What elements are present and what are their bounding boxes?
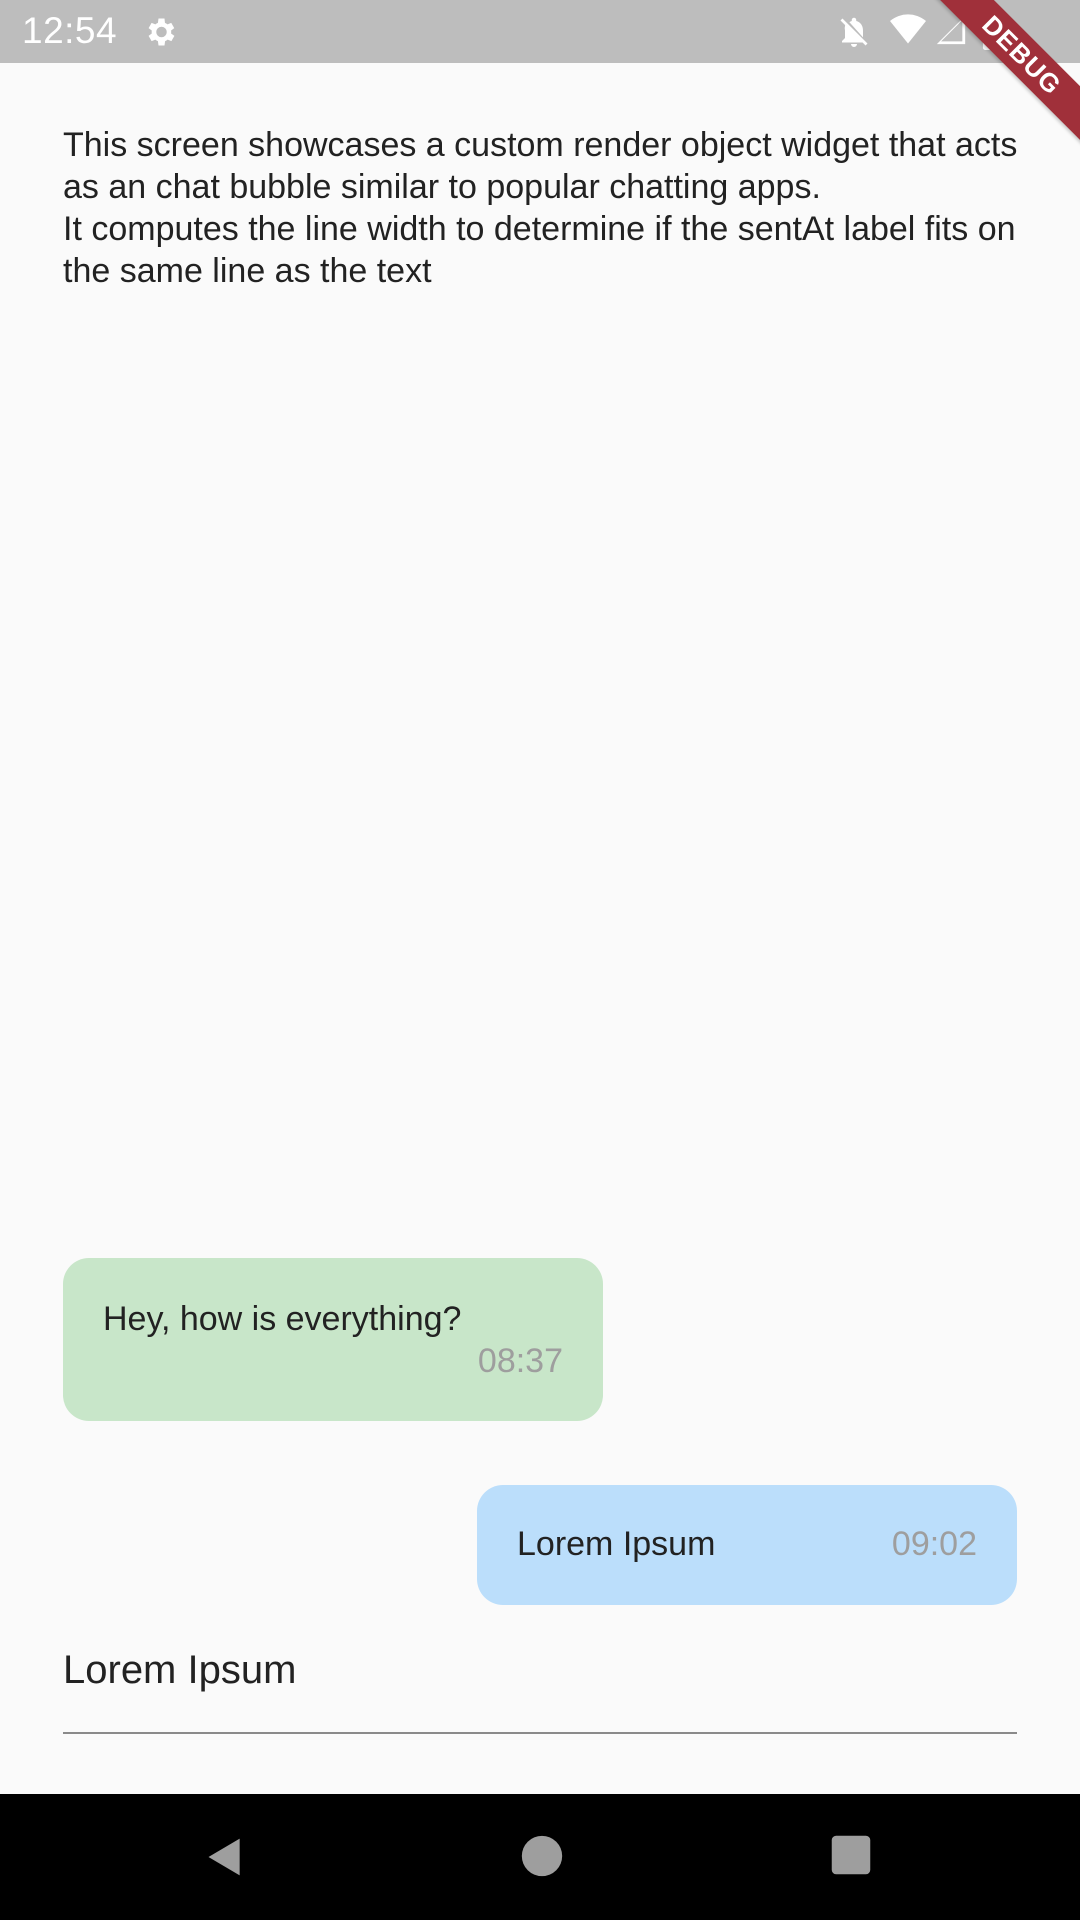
wifi-icon [890, 14, 926, 44]
message-time: 08:37 [477, 1342, 563, 1380]
navigation-bar [0, 1794, 1080, 1920]
description-text: This screen showcases a custom render ob… [63, 126, 1018, 290]
recents-icon[interactable] [830, 1834, 872, 1876]
back-icon[interactable] [203, 1834, 247, 1880]
chat-bubble-outgoing: Lorem Ipsum 09:02 [477, 1485, 1017, 1605]
gear-icon [148, 18, 175, 46]
message-time: 09:02 [891, 1525, 977, 1563]
message-text: Lorem Ipsum [517, 1525, 716, 1563]
chat-bubble-incoming: Hey, how is everything? 08:37 [63, 1258, 603, 1421]
message-input-container [63, 1640, 1017, 1734]
status-bar: 12:54 [0, 0, 1080, 63]
status-time: 12:54 [22, 10, 118, 51]
message-text: Hey, how is everything? [103, 1300, 462, 1338]
message-input[interactable] [63, 1640, 1017, 1700]
home-icon[interactable] [520, 1834, 564, 1878]
notifications-off-icon [840, 17, 868, 47]
